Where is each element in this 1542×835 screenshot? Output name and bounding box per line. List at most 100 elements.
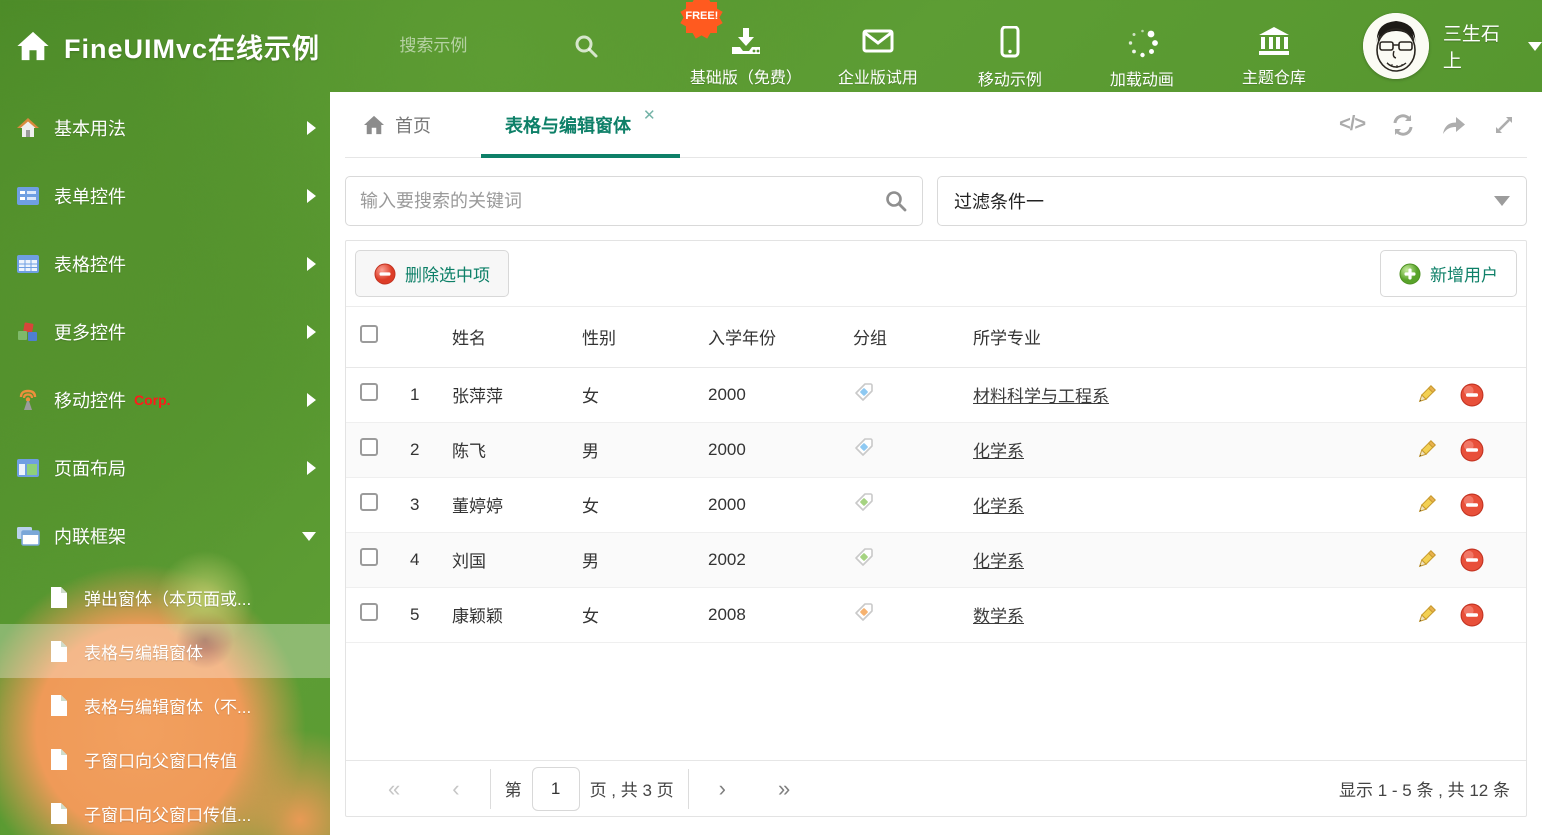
cell-group [847,422,967,478]
avatar[interactable] [1362,13,1429,79]
envelope-icon [862,29,894,53]
corp-badge: Corp. [134,392,171,408]
keyword-search-box[interactable] [345,176,923,226]
sidebar-subitem-child-to-parent[interactable]: 子窗口向父窗口传值 [0,732,330,786]
edit-icon[interactable] [1414,383,1438,407]
edit-icon[interactable] [1414,603,1438,627]
tab-home[interactable]: 首页 [345,92,455,157]
edit-icon[interactable] [1414,438,1438,462]
user-menu[interactable]: 三生石上 [1362,13,1542,79]
edit-icon[interactable] [1414,548,1438,572]
top-header: FineUIMvc在线示例 FREE! 基础版（免费） [0,0,1542,92]
chevron-down-icon [302,531,316,541]
antenna-icon [16,389,40,411]
cell-gender: 男 [576,532,702,588]
filter-dropdown[interactable]: 过滤条件一 [937,176,1527,226]
sidebar-subitem-grid-edit-window[interactable]: 表格与编辑窗体 [0,624,330,678]
delete-icon[interactable] [1460,438,1484,462]
cell-major: 化学系 [967,422,1408,478]
column-year: 入学年份 [702,307,847,368]
next-page-button[interactable]: › [693,776,752,802]
page-prefix-label: 第 [504,781,522,800]
sidebar-item-basic-usage[interactable]: 基本用法 [0,94,330,162]
chevron-down-icon [1494,196,1510,206]
share-icon[interactable] [1441,114,1467,136]
row-checkbox[interactable] [360,493,378,511]
search-icon[interactable] [884,189,908,213]
close-icon[interactable]: ✕ [643,106,656,124]
sidebar-item-form-controls[interactable]: 表单控件 [0,162,330,230]
major-link[interactable]: 数学系 [973,607,1024,626]
app-logo[interactable]: FineUIMvc在线示例 [0,27,399,66]
row-checkbox[interactable] [360,383,378,401]
last-page-button[interactable]: » [752,776,816,802]
cell-name: 董婷婷 [446,477,576,533]
cell-year: 2008 [702,587,847,643]
users-table: 姓名 性别 入学年份 分组 所学专业 1 张萍萍 女 2000 材料科学与工程系 [346,307,1526,643]
delete-icon[interactable] [1460,603,1484,627]
nav-item-enterprise-trial[interactable]: 企业版试用 [819,2,937,88]
major-link[interactable]: 材料科学与工程系 [973,387,1109,406]
cell-major: 材料科学与工程系 [967,367,1408,423]
sidebar-item-grid-controls[interactable]: 表格控件 [0,230,330,298]
prev-page-button[interactable]: ‹ [426,776,485,802]
sidebar-item-iframe[interactable]: 内联框架 [0,502,330,570]
sidebar-item-mobile-controls[interactable]: 移动控件 Corp. [0,366,330,434]
filter-row: 过滤条件一 [345,176,1527,226]
cell-gender: 女 [576,587,702,643]
delete-icon[interactable] [1460,493,1484,517]
nav-item-theme-store[interactable]: 主题仓库 [1215,2,1333,88]
nav-label: 企业版试用 [837,70,918,87]
chevron-right-icon [307,325,316,339]
row-checkbox[interactable] [360,548,378,566]
sidebar-item-more-controls[interactable]: 更多控件 [0,298,330,366]
cell-actions [1408,367,1526,423]
delete-icon[interactable] [1460,548,1484,572]
sidebar-subitem-grid-edit-window-2[interactable]: 表格与编辑窗体（不... [0,678,330,732]
nav-label: 移动示例 [977,72,1042,89]
expand-icon[interactable] [1493,114,1515,136]
nav-item-mobile-demo[interactable]: 移动示例 [951,2,1069,90]
nav-item-basic-free[interactable]: FREE! 基础版（免费） [685,2,805,88]
sidebar-subitem-child-to-parent-2[interactable]: 子窗口向父窗口传值... [0,786,330,835]
sidebar-item-page-layout[interactable]: 页面布局 [0,434,330,502]
file-icon [48,640,70,662]
delete-selected-button[interactable]: 删除选中项 [355,250,509,297]
row-checkbox[interactable] [360,603,378,621]
cell-group [847,477,967,533]
cell-year: 2002 [702,532,847,588]
delete-icon[interactable] [1460,383,1484,407]
search-icon[interactable] [573,33,599,59]
column-group: 分组 [847,307,967,368]
refresh-icon[interactable] [1391,113,1415,137]
keyword-search-input[interactable] [360,190,884,212]
source-code-icon[interactable]: </> [1339,113,1366,136]
filter-selected-value: 过滤条件一 [954,192,1044,212]
cell-group [847,367,967,423]
nav-item-loading-animation[interactable]: 加载动画 [1083,2,1201,90]
table-row: 1 张萍萍 女 2000 材料科学与工程系 [346,367,1526,423]
cell-year: 2000 [702,422,847,478]
row-number: 3 [404,477,446,533]
cell-group [847,532,967,588]
app-title: FineUIMvc在线示例 [64,33,321,64]
major-link[interactable]: 化学系 [973,442,1024,461]
tab-grid-edit-window[interactable]: 表格与编辑窗体 ✕ [481,92,680,158]
sidebar-subitem-popup-window[interactable]: 弹出窗体（本页面或... [0,570,330,624]
tag-icon [855,548,873,566]
add-user-button[interactable]: 新增用户 [1380,250,1517,297]
table-row: 4 刘国 男 2002 化学系 [346,532,1526,588]
row-number: 4 [404,532,446,588]
edit-icon[interactable] [1414,493,1438,517]
header-search-input[interactable] [399,36,560,56]
major-link[interactable]: 化学系 [973,552,1024,571]
major-link[interactable]: 化学系 [973,497,1024,516]
first-page-button[interactable]: « [362,776,426,802]
cell-gender: 女 [576,477,702,533]
windows-stack-icon [16,526,40,546]
file-icon [48,802,70,824]
select-all-checkbox[interactable] [360,325,378,344]
page-number-input[interactable] [531,766,580,811]
header-search[interactable] [399,33,621,59]
row-checkbox[interactable] [360,438,378,456]
